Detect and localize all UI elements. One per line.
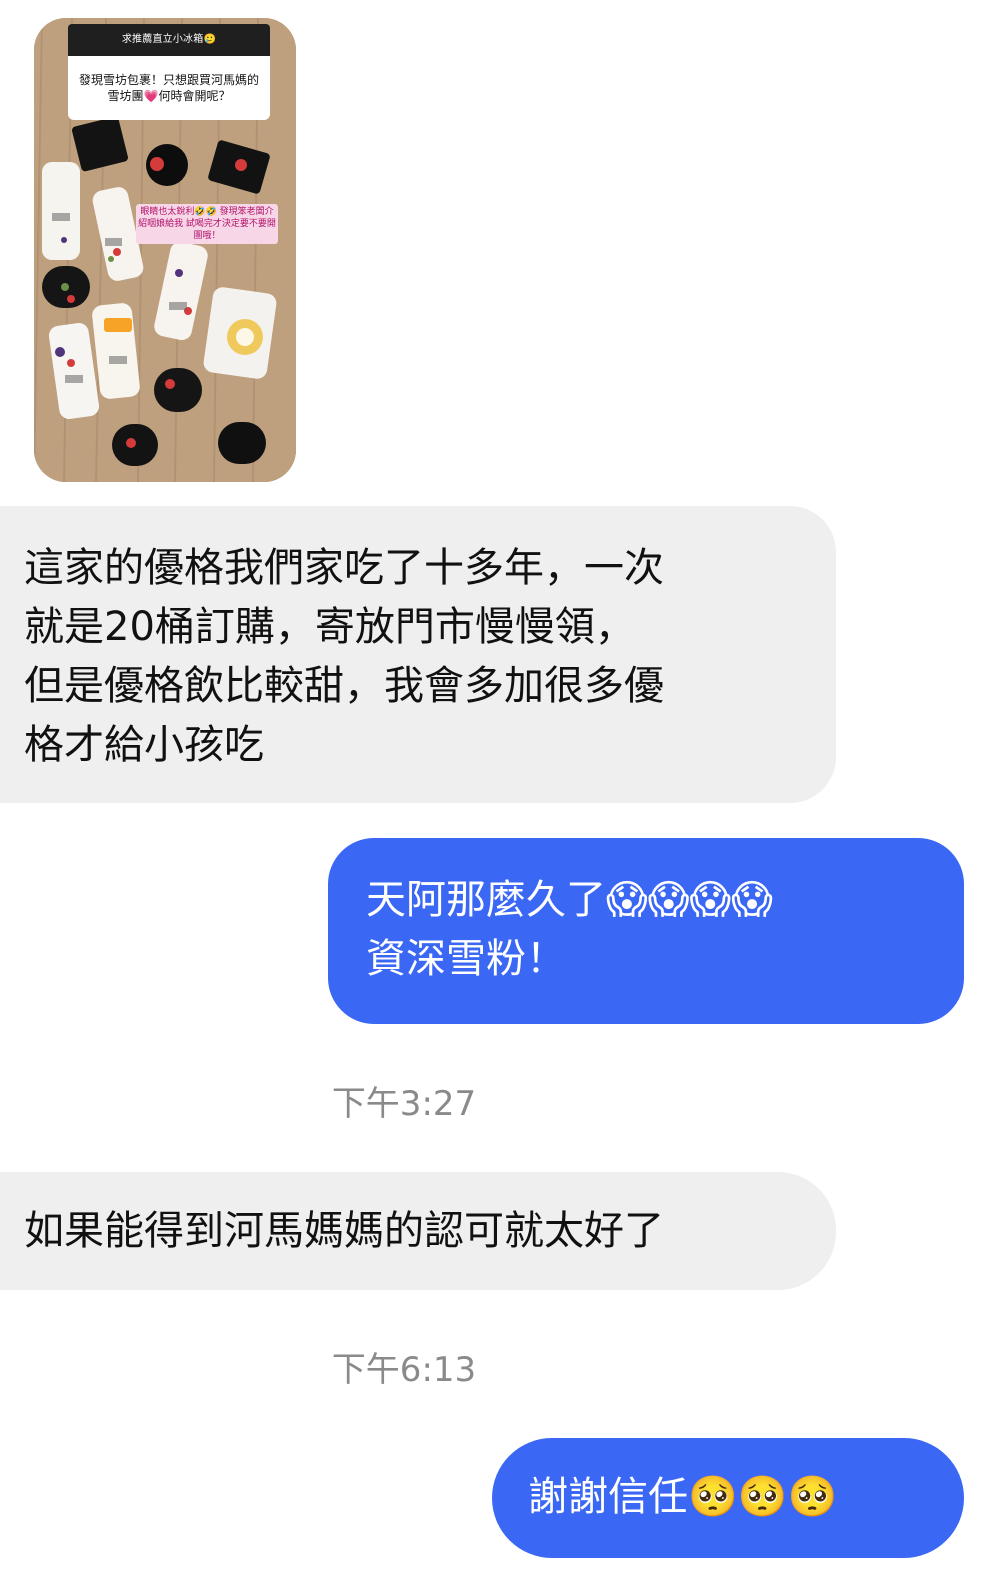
message-line: 這家的優格我們家吃了十多年，一次 — [24, 545, 664, 591]
message-line: 天阿那麼久了😱😱😱😱 — [366, 877, 773, 923]
story-header-text: 求推薦直立小冰箱🥲 — [68, 24, 270, 56]
incoming-message-2[interactable]: 如果能得到河馬媽媽的認可就太好了 — [0, 1172, 836, 1290]
story-question-text: 發現雪坊包裹！只想跟買河馬媽的雪坊團💗何時會開呢？ — [68, 56, 270, 120]
message-line: 就是20桶訂購，寄放門市慢慢領， — [24, 604, 635, 650]
message-text: 如果能得到河馬媽媽的認可就太好了 — [24, 1208, 664, 1254]
outgoing-message-2[interactable]: 謝謝信任🥺🥺🥺 — [492, 1438, 964, 1558]
message-timestamp: 下午3:27 — [331, 1084, 477, 1124]
message-timestamp: 下午6:13 — [331, 1350, 477, 1390]
outgoing-message-1[interactable]: 天阿那麼久了😱😱😱😱 資深雪粉！ — [328, 838, 964, 1024]
message-line: 但是優格飲比較甜，我會多加很多優 — [24, 663, 664, 709]
story-sticker-text: 眼睛也太銳利🤣🤣 發現笨老闆介紹咽娘給我 試喝完才決定要不要開團哦！ — [136, 204, 278, 244]
message-line: 格才給小孩吃 — [24, 722, 264, 768]
incoming-message-1[interactable]: 這家的優格我們家吃了十多年，一次 就是20桶訂購，寄放門市慢慢領， 但是優格飲比… — [0, 506, 836, 803]
story-reply-thumbnail[interactable]: 求推薦直立小冰箱🥲 發現雪坊包裹！只想跟買河馬媽的雪坊團💗何時會開呢？ 眼睛也太… — [34, 18, 296, 482]
message-line: 資深雪粉！ — [366, 936, 566, 982]
message-text: 謝謝信任🥺🥺🥺 — [528, 1474, 838, 1520]
